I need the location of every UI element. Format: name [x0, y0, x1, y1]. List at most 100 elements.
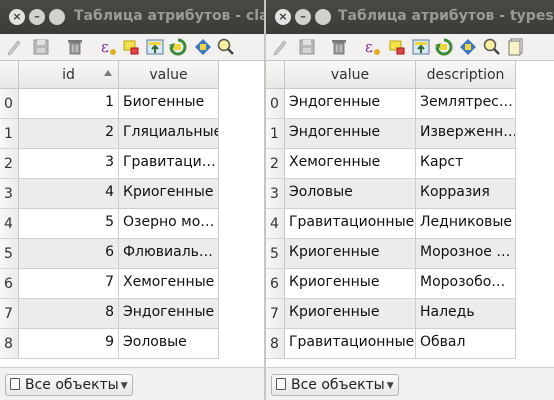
filter-label: Все объекты: [291, 377, 385, 393]
sort-ascending-icon: [104, 70, 112, 76]
invert-selection-icon[interactable]: [434, 37, 454, 57]
table-cell[interactable]: Криогенные: [285, 299, 416, 329]
column-header-label: value: [149, 67, 188, 83]
row-header[interactable]: 7: [266, 299, 285, 329]
expression-icon[interactable]: ε: [362, 37, 382, 57]
table-cell[interactable]: Наледь: [416, 299, 516, 329]
titlebar[interactable]: × – Таблица атрибутов - class: [0, 0, 264, 34]
row-header[interactable]: 3: [0, 179, 19, 209]
header-corner[interactable]: [266, 61, 285, 89]
table-cell[interactable]: Хемогенные: [285, 149, 416, 179]
pan-to-selected-icon[interactable]: [193, 37, 213, 57]
row-header[interactable]: 6: [0, 269, 19, 299]
attribute-table[interactable]: id value 0 1 Биогенные 1 2 Гляциальные 2 3 Гравита…: [0, 60, 264, 367]
table-cell[interactable]: 1: [19, 89, 119, 119]
pencil-icon[interactable]: [4, 37, 24, 57]
row-header[interactable]: 6: [266, 269, 285, 299]
table-cell[interactable]: Эндогенные: [285, 89, 416, 119]
table-cell[interactable]: Ледниковые: [416, 209, 516, 239]
table-cell[interactable]: Обвал: [416, 329, 516, 359]
pan-to-selected-icon[interactable]: [458, 37, 478, 57]
filter-icon: [10, 378, 20, 390]
expression-icon[interactable]: ε: [98, 37, 118, 57]
window-separator: [264, 0, 266, 400]
delete-icon[interactable]: [65, 37, 85, 57]
zoom-to-selected-icon[interactable]: [216, 37, 236, 57]
table-cell[interactable]: Корразия: [416, 179, 516, 209]
table-cell[interactable]: Землятрес…: [416, 89, 516, 119]
move-selection-to-top-icon[interactable]: [411, 37, 431, 57]
show-features-filter-button[interactable]: Все объекты ▼: [5, 374, 133, 396]
table-cell[interactable]: Морозное …: [416, 239, 516, 269]
column-header-0[interactable]: value: [285, 61, 416, 89]
svg-text:ε: ε: [101, 38, 109, 56]
row-header[interactable]: 0: [266, 89, 285, 119]
table-cell[interactable]: Гляциальные: [119, 119, 219, 149]
row-header[interactable]: 8: [0, 329, 19, 359]
maximize-icon[interactable]: [315, 9, 331, 25]
save-icon[interactable]: [31, 37, 51, 57]
table-cell[interactable]: Криогенные: [285, 239, 416, 269]
row-header[interactable]: 7: [0, 299, 19, 329]
table-cell[interactable]: 8: [19, 299, 119, 329]
table-cell[interactable]: Озерно мо…: [119, 209, 219, 239]
row-header[interactable]: 4: [0, 209, 19, 239]
table-cell[interactable]: 2: [19, 119, 119, 149]
table-cell[interactable]: 6: [19, 239, 119, 269]
table-cell[interactable]: Криогенные: [285, 269, 416, 299]
table-cell[interactable]: Эндогенные: [119, 299, 219, 329]
attribute-table-window-types: × – Таблица атрибутов - types :: B ε val…: [266, 0, 554, 400]
header-corner[interactable]: [0, 61, 19, 89]
table-cell[interactable]: Гравитаци…: [119, 149, 219, 179]
table-cell[interactable]: Хемогенные: [119, 269, 219, 299]
table-cell[interactable]: 9: [19, 329, 119, 359]
select-by-expression-icon[interactable]: [121, 37, 141, 57]
table-cell[interactable]: Эндогенные: [285, 119, 416, 149]
column-header-label: id: [62, 67, 75, 83]
table-cell[interactable]: Флювиаль…: [119, 239, 219, 269]
close-icon[interactable]: ×: [275, 9, 291, 25]
row-header[interactable]: 5: [0, 239, 19, 269]
minimize-icon[interactable]: –: [295, 9, 311, 25]
column-header-1[interactable]: value: [119, 61, 219, 89]
move-selection-to-top-icon[interactable]: [145, 37, 165, 57]
row-header[interactable]: 2: [0, 149, 19, 179]
table-cell[interactable]: Эоловые: [119, 329, 219, 359]
table-cell[interactable]: Криогенные: [119, 179, 219, 209]
column-header-0[interactable]: id: [19, 61, 119, 89]
table-cell[interactable]: 5: [19, 209, 119, 239]
row-header[interactable]: 1: [0, 119, 19, 149]
table-cell[interactable]: 7: [19, 269, 119, 299]
invert-selection-icon[interactable]: [168, 37, 188, 57]
row-header[interactable]: 0: [0, 89, 19, 119]
show-features-filter-button[interactable]: Все объекты ▼: [271, 374, 399, 396]
bottom-bar: Все объекты ▼: [266, 367, 554, 400]
row-header[interactable]: 8: [266, 329, 285, 359]
save-icon[interactable]: [297, 37, 317, 57]
titlebar[interactable]: × – Таблица атрибутов - types :: B: [266, 0, 554, 34]
delete-icon[interactable]: [329, 37, 349, 57]
zoom-to-selected-icon[interactable]: [482, 37, 502, 57]
row-header[interactable]: 3: [266, 179, 285, 209]
row-header[interactable]: 4: [266, 209, 285, 239]
row-header[interactable]: 1: [266, 119, 285, 149]
row-header[interactable]: 2: [266, 149, 285, 179]
minimize-icon[interactable]: –: [29, 9, 45, 25]
maximize-icon[interactable]: [49, 9, 65, 25]
table-cell[interactable]: Карст: [416, 149, 516, 179]
table-cell[interactable]: 3: [19, 149, 119, 179]
row-header[interactable]: 5: [266, 239, 285, 269]
table-cell[interactable]: Гравитационные: [285, 329, 416, 359]
table-cell[interactable]: Гравитационные: [285, 209, 416, 239]
column-header-1[interactable]: description: [416, 61, 516, 89]
table-cell[interactable]: Эоловые: [285, 179, 416, 209]
select-by-expression-icon[interactable]: [387, 37, 407, 57]
attribute-table[interactable]: value description 0 Эндогенные Землятрес… 1 Эн…: [266, 60, 554, 367]
table-cell[interactable]: Биогенные: [119, 89, 219, 119]
table-cell[interactable]: Морозобо…: [416, 269, 516, 299]
table-cell[interactable]: Изверженн…: [416, 119, 516, 149]
pencil-icon[interactable]: [270, 37, 290, 57]
copy-rows-icon[interactable]: [506, 37, 526, 57]
close-icon[interactable]: ×: [9, 9, 25, 25]
table-cell[interactable]: 4: [19, 179, 119, 209]
